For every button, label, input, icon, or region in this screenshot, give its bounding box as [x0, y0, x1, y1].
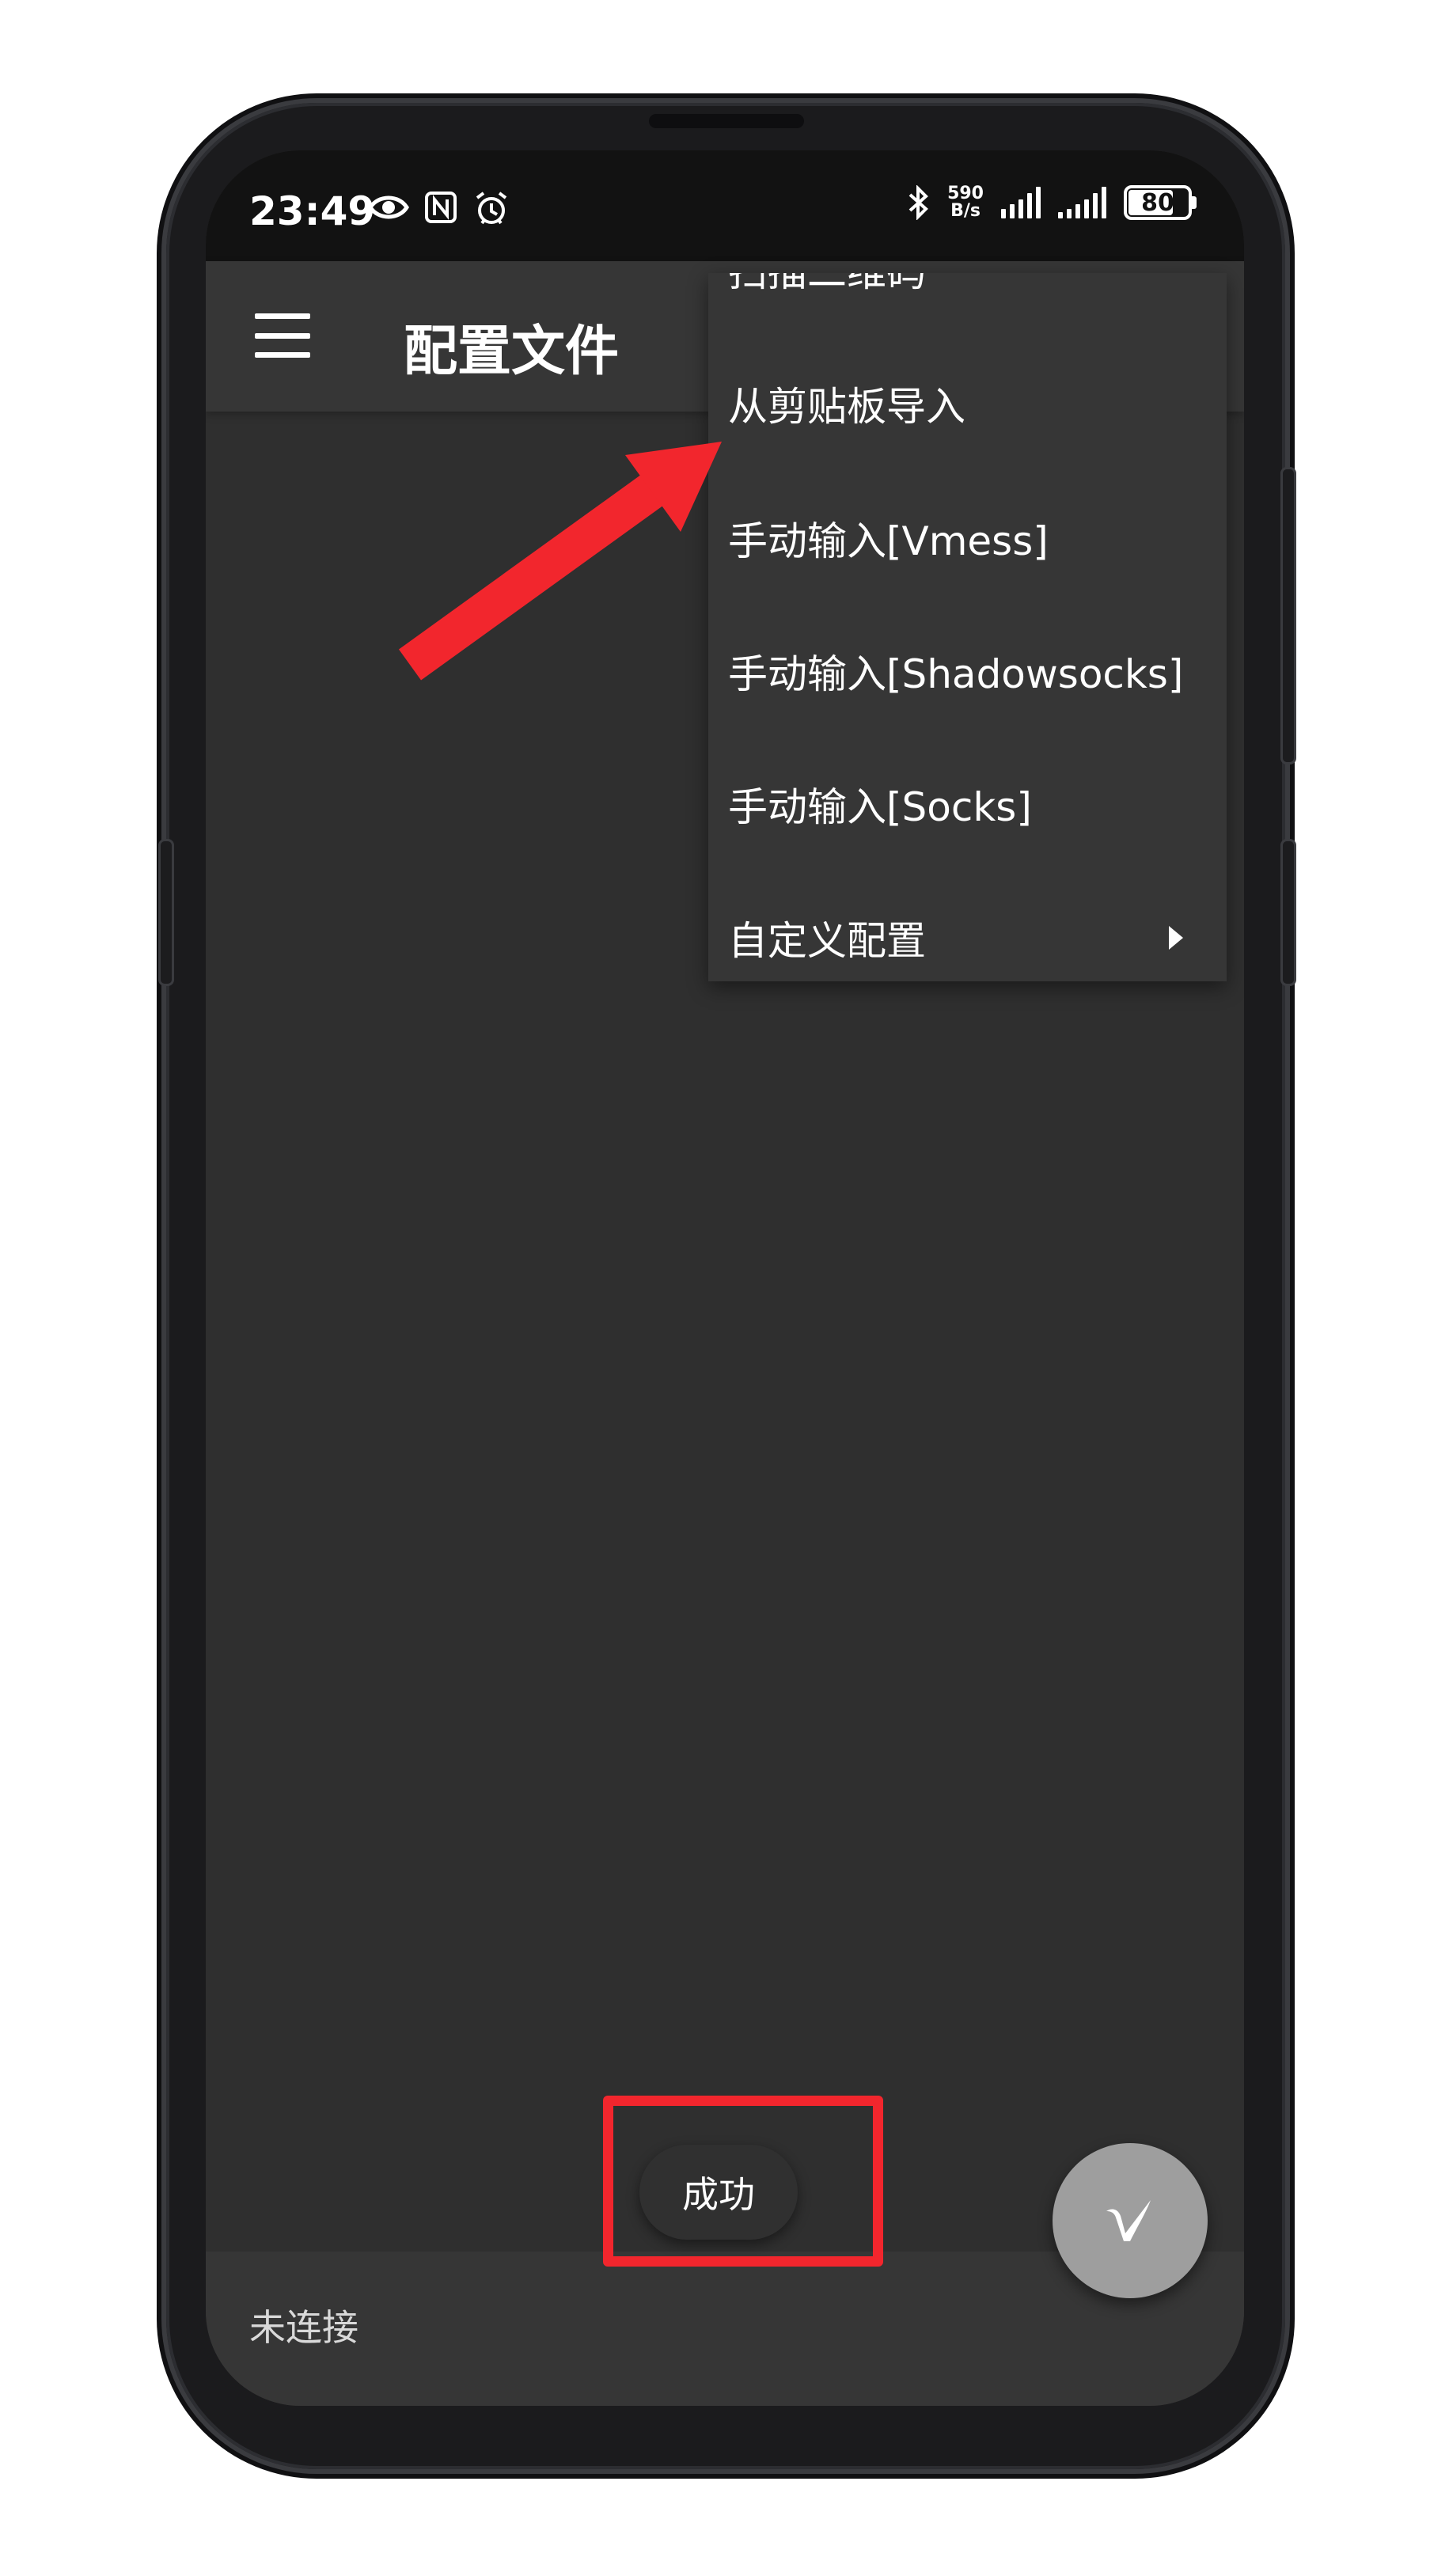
- menu-item-label: 自定义配置: [728, 918, 926, 964]
- page-title: 配置文件: [404, 321, 620, 383]
- annotation-highlight-box: [603, 2096, 883, 2267]
- menu-icon[interactable]: [255, 313, 310, 358]
- network-speed-value: 590: [947, 184, 984, 203]
- earpiece-speaker: [649, 114, 804, 128]
- menu-item-manual-vmess[interactable]: 手动输入[Vmess]: [708, 471, 1227, 605]
- menu-item-manual-shadowsocks[interactable]: 手动输入[Shadowsocks]: [708, 604, 1227, 738]
- add-config-menu: 扫描二维码 从剪贴板导入 手动输入[Vmess] 手动输入[Shadowsock…: [708, 273, 1227, 981]
- status-icons-left: [368, 190, 510, 226]
- battery-indicator: 80: [1124, 185, 1197, 220]
- screenshot-canvas: 23:49 590 B/s 80 配置文件 从剪贴板导入 手动输入[Vmess]…: [0, 0, 1449, 2576]
- power-button: [1280, 467, 1296, 764]
- eye-icon: [368, 195, 409, 219]
- alarm-icon: [476, 192, 507, 225]
- status-time: 23:49: [249, 188, 376, 234]
- connection-status: 未连接: [249, 2306, 358, 2349]
- menu-item-label: 手动输入[Vmess]: [728, 518, 1049, 564]
- battery-level: 80: [1141, 188, 1174, 217]
- side-key: [1280, 839, 1296, 986]
- menu-item-label: 从剪贴板导入: [728, 384, 965, 430]
- v2ray-logo-icon: [1106, 2200, 1151, 2241]
- network-speed-unit: B/s: [950, 201, 981, 221]
- menu-item-label: 手动输入[Shadowsocks]: [728, 651, 1184, 697]
- signal-2-icon: [1058, 187, 1106, 218]
- volume-button: [158, 839, 174, 986]
- menu-item-manual-socks[interactable]: 手动输入[Socks]: [708, 737, 1227, 871]
- network-speed: 590 B/s: [947, 185, 984, 220]
- menu-item-label: 手动输入[Socks]: [728, 784, 1032, 830]
- battery-icon: 80: [1124, 185, 1192, 220]
- battery-nub: [1192, 196, 1197, 209]
- status-icons-right: 590 B/s 80: [906, 185, 1197, 220]
- menu-item-import-clipboard[interactable]: 从剪贴板导入: [708, 336, 1227, 471]
- connect-fab-button[interactable]: [1053, 2143, 1208, 2298]
- menu-item-label: 扫描二维码: [728, 273, 926, 298]
- bluetooth-icon: [908, 185, 928, 220]
- phone-screen: 23:49 590 B/s 80 配置文件 从剪贴板导入 手动输入[Vmess]…: [206, 150, 1244, 2406]
- menu-item-custom-config[interactable]: 自定义配置: [708, 871, 1227, 981]
- menu-item-scan-qr[interactable]: 扫描二维码: [708, 273, 1227, 336]
- nfc-icon: [425, 192, 457, 223]
- submenu-arrow-icon: [1169, 926, 1183, 950]
- signal-1-icon: [1001, 187, 1041, 218]
- status-bar: 23:49 590 B/s 80: [206, 150, 1244, 261]
